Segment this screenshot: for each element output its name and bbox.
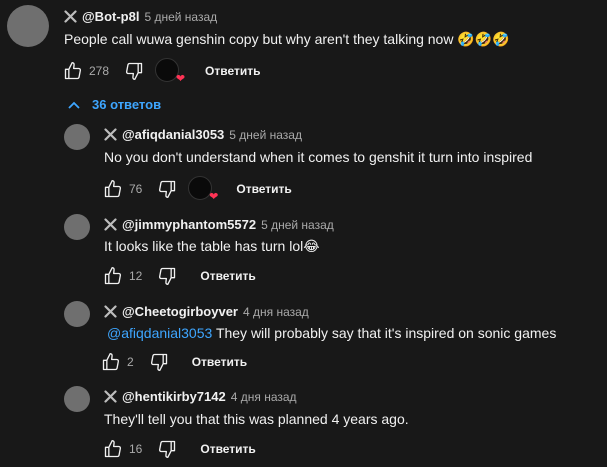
comment-text: People call wuwa genshin copy but why ar… [64, 31, 510, 47]
reply-button[interactable]: Ответить [192, 355, 247, 369]
author-name[interactable]: @Cheetogirboyver [122, 304, 238, 319]
chevron-up-icon [68, 101, 80, 109]
comment-header: @Cheetogirboyver 4 дня назад [104, 304, 309, 319]
timestamp[interactable]: 5 дней назад [229, 128, 302, 142]
comment-header: @jimmyphantom5572 5 дней назад [104, 217, 334, 232]
like-button[interactable] [102, 438, 124, 460]
comment-actions: 278 ❤ Ответить [62, 58, 260, 85]
thumb-up-icon [104, 267, 122, 285]
thumb-down-icon [159, 267, 176, 285]
comment-actions: 2 Ответить [100, 350, 247, 374]
dislike-button[interactable] [156, 438, 178, 460]
reply-button[interactable]: Ответить [205, 64, 260, 78]
like-button[interactable] [62, 60, 84, 82]
comment-header: @Bot-p8l 5 дней назад [64, 9, 217, 24]
comment-header: @afiqdanial3053 5 дней назад [104, 127, 302, 142]
dislike-button[interactable] [148, 351, 170, 373]
like-count: 76 [129, 182, 143, 196]
like-count: 12 [129, 269, 143, 283]
thumb-up-icon [104, 180, 122, 198]
heart-icon: ❤ [175, 73, 186, 85]
x-icon[interactable] [64, 10, 77, 23]
author-name[interactable]: @afiqdanial3053 [122, 127, 224, 142]
thumb-down-icon [126, 62, 143, 81]
like-button[interactable] [102, 265, 124, 287]
x-icon[interactable] [104, 390, 117, 403]
avatar[interactable] [64, 124, 90, 150]
replies-count: 36 ответов [92, 97, 162, 112]
replies-toggle[interactable]: 36 ответов [68, 97, 161, 112]
avatar[interactable] [7, 5, 49, 47]
reply-button[interactable]: Ответить [236, 182, 291, 196]
author-name[interactable]: @jimmyphantom5572 [122, 217, 256, 232]
comment-header: @hentikirby7142 4 дня назад [104, 389, 297, 404]
creator-heart: ❤ [188, 176, 218, 203]
x-icon[interactable] [104, 128, 117, 141]
heart-icon: ❤ [209, 191, 219, 203]
reply-button[interactable]: Ответить [200, 442, 255, 456]
thumb-down-icon [159, 180, 176, 198]
thumb-up-icon [104, 440, 122, 458]
author-name[interactable]: @hentikirby7142 [122, 389, 226, 404]
thumb-down-icon [159, 440, 176, 458]
thumb-down-icon [150, 353, 167, 371]
thumb-up-icon [102, 353, 120, 371]
comment-actions: 16 Ответить [102, 437, 256, 461]
like-count: 2 [127, 355, 134, 369]
like-button[interactable] [102, 178, 124, 200]
dislike-button[interactable] [123, 60, 145, 82]
timestamp[interactable]: 4 дня назад [231, 390, 297, 404]
like-count: 16 [129, 442, 143, 456]
timestamp[interactable]: 5 дней назад [261, 218, 334, 232]
comment-actions: 12 Ответить [102, 264, 256, 288]
timestamp[interactable]: 5 дней назад [144, 10, 217, 24]
timestamp[interactable]: 4 дня назад [243, 305, 309, 319]
dislike-button[interactable] [156, 178, 178, 200]
thumb-up-icon [64, 62, 82, 80]
like-count: 278 [89, 64, 110, 78]
creator-heart: ❤ [155, 58, 185, 85]
like-button[interactable] [100, 351, 122, 373]
comment-body: They will probably say that it's inspire… [215, 325, 557, 341]
comment-text: No you don't understand when it comes to… [104, 149, 533, 165]
dislike-button[interactable] [156, 265, 178, 287]
comment-text: @afiqdanial3053 They will probably say t… [107, 325, 556, 341]
avatar[interactable] [64, 301, 90, 327]
x-icon[interactable] [104, 218, 117, 231]
comment-actions: 76 ❤ Ответить [102, 176, 292, 203]
reply-button[interactable]: Ответить [200, 269, 255, 283]
comment-text: They'll tell you that this was planned 4… [104, 411, 409, 427]
author-name[interactable]: @Bot-p8l [82, 9, 139, 24]
avatar[interactable] [64, 386, 90, 412]
avatar[interactable] [64, 214, 90, 240]
x-icon[interactable] [104, 305, 117, 318]
comment-text: It looks like the table has turn lol😂 [104, 238, 320, 254]
mention-link[interactable]: @afiqdanial3053 [107, 325, 212, 341]
